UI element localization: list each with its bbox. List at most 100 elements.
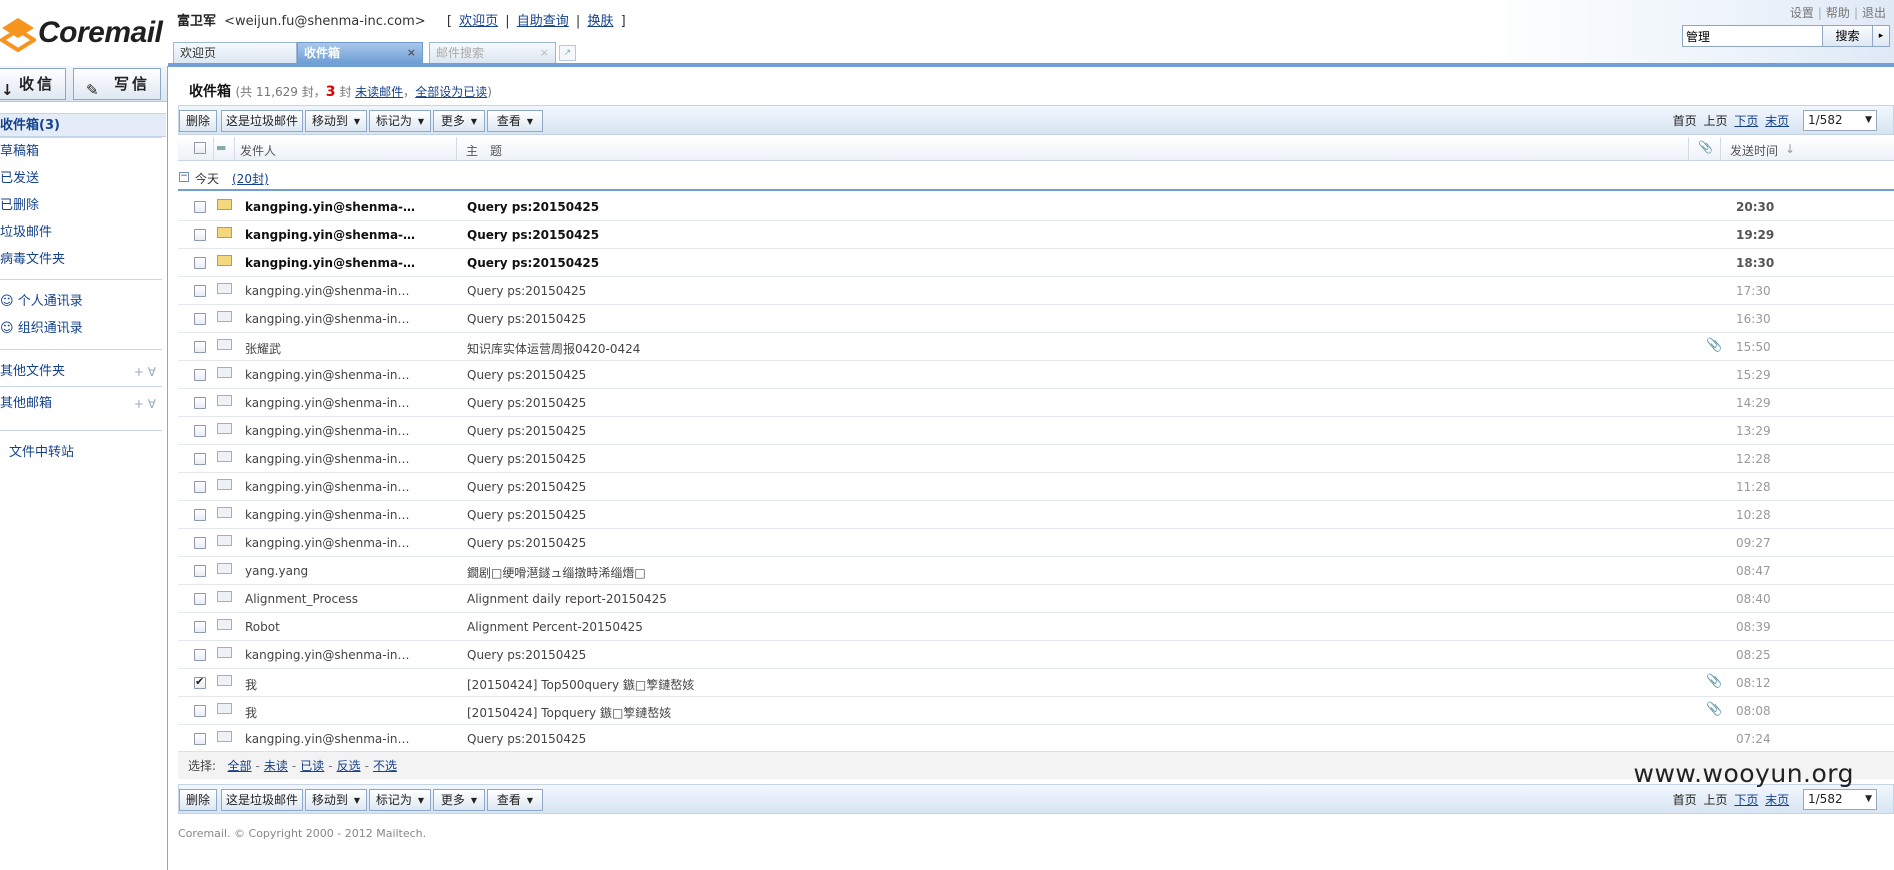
row-checkbox[interactable]	[194, 481, 206, 493]
logout-link[interactable]: 退出	[1862, 6, 1886, 20]
select-read-link[interactable]: 已读	[300, 759, 324, 773]
row-checkbox[interactable]	[194, 705, 206, 717]
select-all-link[interactable]: 全部	[228, 759, 252, 773]
settings-link[interactable]: 设置	[1790, 6, 1814, 20]
mark-as-button[interactable]: 标记为 ▼	[369, 110, 431, 132]
row-subject[interactable]: 知识库实体运营周报0420-0424	[467, 340, 640, 357]
row-checkbox[interactable]	[194, 425, 206, 437]
row-subject[interactable]: 鐗剧□绠嗗潖鐩ュ缁撴畤浠缁熸□	[467, 564, 646, 581]
row-subject[interactable]: Query ps:20150425	[467, 368, 586, 382]
row-subject[interactable]: Query ps:20150425	[467, 396, 586, 410]
unread-mail-link[interactable]: 未读邮件	[355, 85, 403, 99]
row-checkbox[interactable]	[194, 733, 206, 745]
sidebar-item-other-folders[interactable]: 其他文件夹 + ∀	[0, 360, 166, 384]
sidebar-item-spam[interactable]: 垃圾邮件	[0, 221, 166, 245]
mail-row[interactable]: kangping.yin@shenma-inc.com Query ps:2015…	[178, 501, 1894, 529]
welcome-link[interactable]: 欢迎页	[459, 14, 498, 29]
move-to-button[interactable]: 移动到 ▼	[305, 789, 367, 811]
sidebar-item-sent[interactable]: 已发送	[0, 167, 166, 191]
row-subject[interactable]: Query ps:20150425	[467, 424, 586, 438]
row-checkbox[interactable]	[194, 537, 206, 549]
more-button[interactable]: 更多 ▼	[433, 110, 485, 132]
mark-as-button[interactable]: 标记为 ▼	[369, 789, 431, 811]
row-checkbox[interactable]	[194, 369, 206, 381]
mail-row[interactable]: 我 [20150424] Top500query 鏃□箰鏈嶅姟 📎 08:12	[178, 669, 1894, 697]
mail-row[interactable]: Alignment_Process Alignment daily report-…	[178, 585, 1894, 613]
row-checkbox[interactable]	[194, 285, 206, 297]
new-tab-icon[interactable]: ↗	[559, 45, 576, 61]
view-button[interactable]: 查看 ▼	[487, 789, 543, 811]
receive-button[interactable]: ↓ 收信	[0, 68, 66, 100]
add-mailbox-icon[interactable]: + ∀	[134, 392, 156, 416]
delete-button[interactable]: 删除	[179, 110, 217, 132]
add-folder-icon[interactable]: + ∀	[134, 360, 156, 384]
last-page-link[interactable]: 末页	[1765, 114, 1789, 128]
next-page-link[interactable]: 下页	[1734, 793, 1758, 807]
row-checkbox[interactable]	[194, 453, 206, 465]
mail-row[interactable]: kangping.yin@shenma-inc.com Query ps:2015…	[178, 389, 1894, 417]
mail-row[interactable]: 张耀武 知识库实体运营周报0420-0424 📎 15:50	[178, 333, 1894, 361]
more-button[interactable]: 更多 ▼	[433, 789, 485, 811]
mail-row[interactable]: kangping.yin@shenma-inc.com Query ps:2015…	[178, 305, 1894, 333]
row-checkbox[interactable]	[194, 593, 206, 605]
row-subject[interactable]: Query ps:20150425	[467, 480, 586, 494]
sidebar-item-deleted[interactable]: 已删除	[0, 194, 166, 218]
select-none-link[interactable]: 不选	[373, 759, 397, 773]
column-header-subject[interactable]: 主 题	[466, 142, 502, 159]
sidebar-item-personal-contacts[interactable]: ☺ 个人通讯录	[0, 290, 166, 314]
row-subject[interactable]: [20150424] Top500query 鏃□箰鏈嶅姟	[467, 676, 694, 693]
mail-row[interactable]: kangping.yin@shenma-in... Query ps:201504…	[178, 249, 1894, 277]
row-checkbox[interactable]	[194, 621, 206, 633]
last-page-link[interactable]: 末页	[1765, 793, 1789, 807]
mail-row[interactable]: kangping.yin@shenma-inc.com Query ps:2015…	[178, 725, 1894, 753]
row-subject[interactable]: Query ps:20150425	[467, 452, 586, 466]
mail-row[interactable]: kangping.yin@shenma-in... Query ps:201504…	[178, 221, 1894, 249]
group-count-link[interactable]: (20封)	[232, 170, 269, 187]
mail-row[interactable]: 我 [20150424] Topquery 鏃□箰鏈嶅姟 📎 08:08	[178, 697, 1894, 725]
row-checkbox[interactable]	[194, 509, 206, 521]
mark-all-read-link[interactable]: 全部设为已读	[415, 85, 487, 99]
move-to-button[interactable]: 移动到 ▼	[305, 110, 367, 132]
mail-row[interactable]: kangping.yin@shenma-inc.com Query ps:2015…	[178, 529, 1894, 557]
row-checkbox[interactable]	[194, 257, 206, 269]
row-checkbox[interactable]	[194, 201, 206, 213]
mail-row[interactable]: kangping.yin@shenma-inc.com Query ps:2015…	[178, 417, 1894, 445]
row-subject[interactable]: Query ps:20150425	[467, 648, 586, 662]
search-input[interactable]	[1683, 26, 1821, 46]
row-subject[interactable]: Query ps:20150425	[467, 732, 586, 746]
sidebar-item-other-mailboxes[interactable]: 其他邮箱 + ∀	[0, 392, 166, 416]
sidebar-item-org-contacts[interactable]: ☺ 组织通讯录	[0, 317, 166, 341]
sidebar-item-drafts[interactable]: 草稿箱	[0, 140, 166, 164]
self-query-link[interactable]: 自助查询	[517, 14, 569, 29]
search-options-icon[interactable]: ▸	[1872, 26, 1889, 46]
mail-row[interactable]: kangping.yin@shenma-inc.com Query ps:2015…	[178, 445, 1894, 473]
row-checkbox[interactable]	[194, 313, 206, 325]
mail-row[interactable]: kangping.yin@shenma-inc.com Query ps:2015…	[178, 277, 1894, 305]
row-checkbox[interactable]	[194, 397, 206, 409]
tab-inbox[interactable]: 收件箱 ×	[297, 42, 423, 63]
row-checkbox[interactable]	[194, 675, 206, 689]
mark-spam-button[interactable]: 这是垃圾邮件	[221, 789, 303, 811]
collapse-icon[interactable]: −	[179, 172, 189, 182]
row-subject[interactable]: Query ps:20150425	[467, 200, 599, 214]
tab-welcome[interactable]: 欢迎页	[173, 42, 297, 63]
next-page-link[interactable]: 下页	[1734, 114, 1758, 128]
row-subject[interactable]: Query ps:20150425	[467, 536, 586, 550]
select-all-checkbox[interactable]	[194, 142, 206, 154]
mail-row[interactable]: kangping.yin@shenma-in... Query ps:201504…	[178, 193, 1894, 221]
mail-row[interactable]: kangping.yin@shenma-inc.com Query ps:2015…	[178, 641, 1894, 669]
page-select[interactable]: 1/582 ▼	[1803, 789, 1877, 810]
change-skin-link[interactable]: 换肤	[587, 14, 613, 29]
row-subject[interactable]: Query ps:20150425	[467, 312, 586, 326]
mark-spam-button[interactable]: 这是垃圾邮件	[221, 110, 303, 132]
delete-button[interactable]: 删除	[179, 789, 217, 811]
row-subject[interactable]: Alignment daily report-20150425	[467, 592, 667, 606]
row-checkbox[interactable]	[194, 649, 206, 661]
sidebar-item-virus[interactable]: 病毒文件夹	[0, 248, 166, 272]
help-link[interactable]: 帮助	[1826, 6, 1850, 20]
row-subject[interactable]: [20150424] Topquery 鏃□箰鏈嶅姟	[467, 704, 671, 721]
tab-mail-search[interactable]: 邮件搜索 ×	[429, 42, 556, 63]
write-button[interactable]: ✎ 写信	[73, 68, 161, 100]
row-checkbox[interactable]	[194, 229, 206, 241]
attachment-icon[interactable]: 📎	[1698, 140, 1713, 154]
